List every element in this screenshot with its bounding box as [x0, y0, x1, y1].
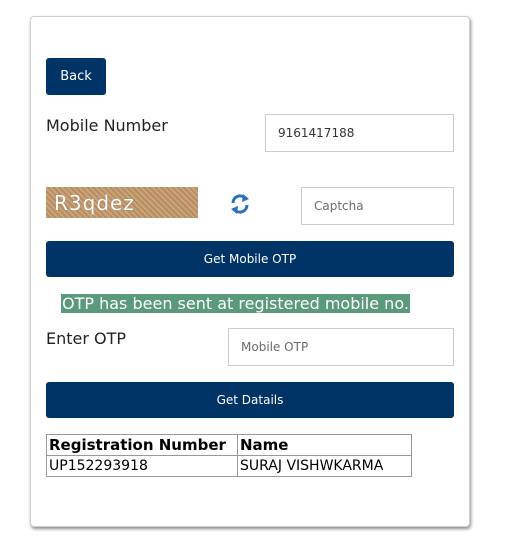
- cell-registration-number: UP152293918: [46, 455, 238, 477]
- get-details-button[interactable]: Get Datails: [46, 382, 454, 418]
- captcha-image: R3qdez: [46, 187, 198, 218]
- enter-otp-label: Enter OTP: [46, 329, 127, 348]
- header-name: Name: [237, 434, 412, 456]
- registration-table: Registration Number Name UP152293918 SUR…: [46, 434, 412, 477]
- header-registration-number: Registration Number: [46, 434, 238, 456]
- captcha-text: R3qdez: [54, 190, 135, 215]
- mobile-number-input[interactable]: 9161417188: [265, 114, 454, 152]
- otp-sent-message: OTP has been sent at registered mobile n…: [61, 294, 410, 313]
- cell-name: SURAJ VISHWKARMA: [237, 455, 412, 477]
- refresh-icon[interactable]: [229, 192, 251, 216]
- captcha-input[interactable]: Captcha: [301, 187, 454, 225]
- mobile-number-label: Mobile Number: [46, 116, 168, 135]
- table-header-row: Registration Number Name: [46, 434, 412, 456]
- get-mobile-otp-button[interactable]: Get Mobile OTP: [46, 241, 454, 277]
- otp-input[interactable]: Mobile OTP: [228, 328, 454, 366]
- table-row: UP152293918 SURAJ VISHWKARMA: [46, 455, 412, 477]
- back-button[interactable]: Back: [46, 58, 106, 95]
